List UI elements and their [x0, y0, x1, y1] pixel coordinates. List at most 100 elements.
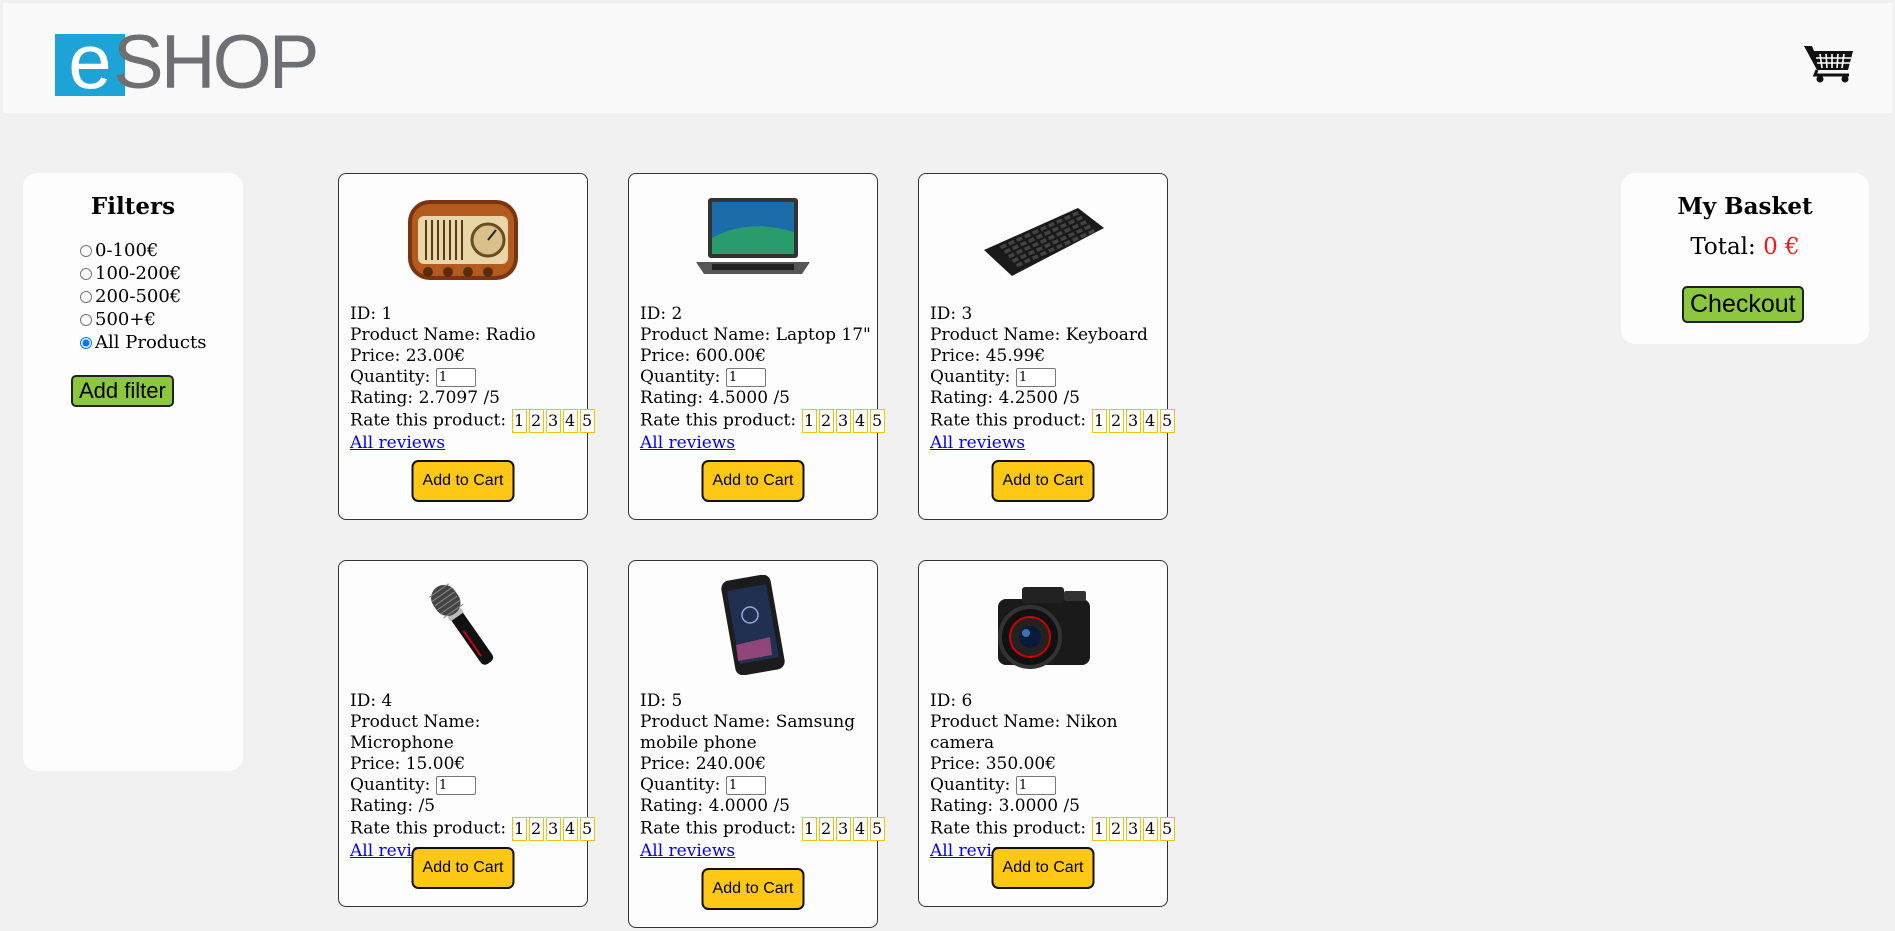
quantity-input[interactable] [1015, 776, 1056, 795]
total-amount: 0 € [1763, 234, 1800, 260]
add-to-cart-button[interactable]: Add to Cart [701, 460, 805, 502]
rate-button[interactable]: 2 [818, 409, 834, 433]
rate-button[interactable]: 2 [528, 409, 544, 433]
filter-option-500-plus[interactable]: 500+€ [76, 308, 206, 331]
add-to-cart-button[interactable]: Add to Cart [411, 460, 515, 502]
rate-button[interactable]: 1 [511, 409, 527, 433]
rate-button[interactable]: 4 [852, 817, 868, 841]
filter-option-200-500[interactable]: 200-500€ [76, 285, 206, 308]
keyboard-icon [978, 188, 1108, 288]
quantity-input[interactable] [435, 368, 476, 387]
rate-button[interactable]: 1 [1091, 817, 1107, 841]
shopping-cart-icon[interactable] [1803, 43, 1855, 83]
product-rating: Rating: 2.7097 /5 [350, 388, 500, 408]
product-quantity: Quantity: [930, 775, 1161, 796]
product-price: Price: 350.00€ [930, 754, 1057, 774]
laptop-icon [688, 188, 818, 288]
site-header: e SHOP [3, 3, 1892, 113]
rate-button[interactable]: 4 [852, 409, 868, 433]
quantity-input[interactable] [1015, 368, 1056, 387]
filters-title: Filters [90, 193, 176, 220]
product-id: ID: 4 [350, 691, 393, 711]
rate-product: Rate this product: 12345 [930, 817, 1175, 841]
product-quantity: Quantity: [930, 367, 1161, 388]
all-reviews-link[interactable]: All reviews [640, 433, 871, 454]
rate-button[interactable]: 5 [579, 409, 595, 433]
filter-option-all-products[interactable]: All Products [76, 331, 206, 354]
product-rating: Rating: 3.0000 /5 [930, 796, 1080, 816]
quantity-input[interactable] [725, 776, 766, 795]
product-price: Price: 23.00€ [350, 346, 466, 366]
rate-button[interactable]: 2 [1108, 817, 1124, 841]
product-info: ID: 4 Product Name: Microphone Price: 15… [350, 691, 595, 862]
rate-button[interactable]: 5 [869, 409, 885, 433]
basket-total: Total: 0 € [1621, 234, 1869, 260]
product-quantity: Quantity: [640, 367, 871, 388]
filter-radio[interactable] [80, 245, 92, 257]
rate-button[interactable]: 4 [1142, 817, 1158, 841]
quantity-input[interactable] [435, 776, 476, 795]
rate-button[interactable]: 1 [801, 409, 817, 433]
rate-button[interactable]: 2 [1108, 409, 1124, 433]
product-card: ID: 4 Product Name: Microphone Price: 15… [338, 560, 595, 907]
product-price: Price: 15.00€ [350, 754, 466, 774]
product-id: ID: 5 [640, 691, 683, 711]
rate-button[interactable]: 2 [818, 817, 834, 841]
all-reviews-link[interactable]: All reviews [930, 433, 1161, 454]
add-to-cart-button[interactable]: Add to Cart [991, 460, 1095, 502]
rate-button[interactable]: 3 [545, 817, 561, 841]
product-price: Price: 600.00€ [640, 346, 767, 366]
rate-button[interactable]: 3 [835, 409, 851, 433]
rate-button[interactable]: 4 [562, 817, 578, 841]
rate-button[interactable]: 3 [835, 817, 851, 841]
basket-title: My Basket [1677, 193, 1813, 220]
product-card: ID: 2 Product Name: Laptop 17" Price: 60… [628, 173, 885, 520]
rate-button[interactable]: 3 [545, 409, 561, 433]
filter-radio[interactable] [80, 337, 92, 349]
rate-button[interactable]: 5 [869, 817, 885, 841]
product-rating: Rating: 4.5000 /5 [640, 388, 790, 408]
phone-icon [688, 574, 818, 676]
rate-button[interactable]: 4 [562, 409, 578, 433]
checkout-button[interactable]: Checkout [1682, 286, 1804, 323]
product-rating: Rating: /5 [350, 796, 436, 816]
rate-button[interactable]: 3 [1125, 817, 1141, 841]
all-reviews-link[interactable]: All reviews [640, 841, 871, 862]
rate-button[interactable]: 4 [1142, 409, 1158, 433]
product-quantity: Quantity: [350, 367, 581, 388]
add-to-cart-button[interactable]: Add to Cart [411, 847, 515, 889]
rate-button[interactable]: 1 [801, 817, 817, 841]
rate-button[interactable]: 1 [511, 817, 527, 841]
product-info: ID: 5 Product Name: Samsung mobile phone… [640, 691, 885, 862]
eshop-logo[interactable]: e SHOP [55, 25, 319, 101]
product-info: ID: 2 Product Name: Laptop 17" Price: 60… [640, 304, 885, 454]
product-card: ID: 1 Product Name: Radio Price: 23.00€ … [338, 173, 595, 520]
filter-option-100-200[interactable]: 100-200€ [76, 262, 206, 285]
rate-button[interactable]: 5 [1159, 409, 1175, 433]
product-name: Product Name: Microphone [350, 712, 481, 753]
rate-button[interactable]: 5 [1159, 817, 1175, 841]
rate-button[interactable]: 3 [1125, 409, 1141, 433]
product-id: ID: 6 [930, 691, 973, 711]
quantity-input[interactable] [725, 368, 766, 387]
filter-radio[interactable] [80, 314, 92, 326]
product-info: ID: 1 Product Name: Radio Price: 23.00€ … [350, 304, 595, 454]
camera-icon [978, 575, 1108, 675]
add-to-cart-button[interactable]: Add to Cart [701, 868, 805, 910]
filter-option-label: 200-500€ [95, 286, 182, 307]
add-filter-button[interactable]: Add filter [71, 375, 174, 407]
add-to-cart-button[interactable]: Add to Cart [991, 847, 1095, 889]
filter-option-label: 100-200€ [95, 263, 182, 284]
rate-product: Rate this product: 12345 [640, 817, 885, 841]
filter-option-0-100[interactable]: 0-100€ [76, 239, 206, 262]
rate-button[interactable]: 1 [1091, 409, 1107, 433]
rate-button[interactable]: 2 [528, 817, 544, 841]
rate-button[interactable]: 5 [579, 817, 595, 841]
filter-options: 0-100€ 100-200€ 200-500€ 500+€ All Produ… [76, 239, 206, 354]
product-name: Product Name: Laptop 17" [640, 325, 871, 345]
product-id: ID: 1 [350, 304, 393, 324]
radio-icon [398, 188, 528, 288]
filter-radio[interactable] [80, 268, 92, 280]
all-reviews-link[interactable]: All reviews [350, 433, 581, 454]
filter-radio[interactable] [80, 291, 92, 303]
